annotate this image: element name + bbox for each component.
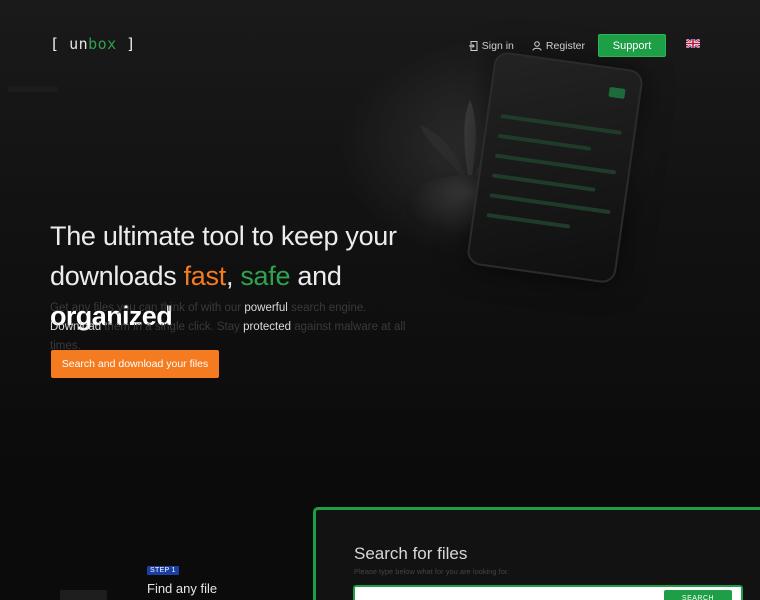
signin-icon [468,40,478,51]
search-download-cta-button[interactable]: Search and download your files [51,350,219,378]
desc-highlight-protected: protected [243,321,292,333]
step-title: Find any file [147,581,218,596]
phone-screen-line [492,173,596,192]
uk-flag-icon[interactable] [686,39,700,48]
decorative-bar [8,86,58,92]
support-button[interactable]: Support [598,34,666,57]
logo-text-un: un [69,35,89,53]
headline-fast: fast [183,261,227,291]
search-title: Search for files [354,544,468,563]
logo-text-box: box [88,35,117,53]
logo-bracket-open: [ [50,35,60,53]
signin-link[interactable]: Sign in [468,39,514,52]
hero-description: Get any files you can think of with our … [50,299,420,356]
phone-screen-line [489,193,611,215]
desc-text: Get any files you can think of with our [50,302,242,314]
logo-bracket-close: ] [126,35,136,53]
search-panel: Search for files Please type below what … [313,507,760,600]
phone-screen-line [500,113,622,135]
phone-illustration [465,50,645,285]
phone-screen-button [608,86,626,99]
headline-and: and [297,261,342,291]
desc-text: them in a single click. Stay [104,321,240,333]
desc-highlight-powerful: powerful [244,302,288,314]
phone-screen-line [486,212,571,229]
headline-comma: , [225,261,234,291]
desc-highlight-download: Download [50,321,102,333]
top-nav: Sign in Register Support [451,34,700,57]
phone-screen-line [497,133,592,151]
phone-screen-line [494,153,617,175]
desc-text: search engine. [291,302,367,314]
headline-safe: safe [240,261,291,291]
unbox-logo[interactable]: [ unbox ] [50,35,136,53]
step-badge: STEP 1 [147,566,179,575]
user-icon [532,40,542,51]
search-button[interactable]: SEARCH [664,590,732,600]
signin-label: Sign in [481,39,514,52]
decorative-bar [60,590,107,600]
register-label: Register [545,39,585,52]
register-link[interactable]: Register [532,40,585,52]
search-subtitle: Please type below what for you are looki… [354,567,510,576]
